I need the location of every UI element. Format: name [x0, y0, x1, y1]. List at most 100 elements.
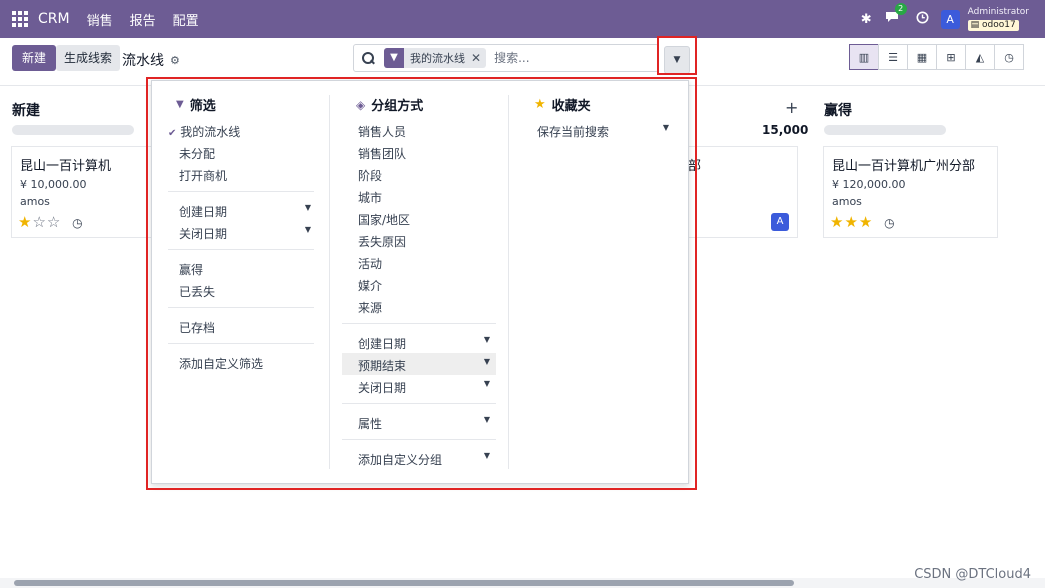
- groupby-medium[interactable]: 媒介: [358, 277, 382, 294]
- column-title-new[interactable]: 新建: [12, 100, 40, 120]
- card-title-partial: 部: [688, 159, 702, 174]
- card-revenue: ¥ 120,000.00: [832, 178, 906, 191]
- groupby-source[interactable]: 来源: [358, 299, 382, 316]
- filter-icon: ▼: [384, 48, 404, 68]
- graph-view-icon[interactable]: ◭: [965, 44, 995, 70]
- separator: [342, 439, 496, 440]
- top-navbar: CRM 销售 报告 配置 ✱ 2 A Administrator ▤ odoo1…: [0, 0, 1045, 38]
- groupby-campaign[interactable]: 活动: [358, 255, 382, 272]
- card-avatar[interactable]: A: [771, 213, 789, 231]
- search-facet[interactable]: ▼ 我的流水线 ✕: [384, 48, 487, 68]
- filter-archived[interactable]: 已存档: [179, 319, 215, 336]
- filters-header: ▼ 筛选: [176, 95, 216, 114]
- filter-create-date[interactable]: 创建日期 ▼: [179, 203, 311, 220]
- watermark: CSDN @DTCloud4: [914, 567, 1031, 582]
- save-current-search[interactable]: 保存当前搜索 ▼: [537, 123, 669, 140]
- database-name: odoo17: [982, 19, 1016, 30]
- pivot-view-icon[interactable]: ⊞: [936, 44, 966, 70]
- filter-unassigned[interactable]: 未分配: [179, 145, 215, 162]
- kanban-view-icon[interactable]: ▥: [849, 44, 879, 70]
- groupby-label: 属性: [358, 417, 383, 431]
- caret-down-icon: ▼: [483, 335, 490, 344]
- star-filled-icon[interactable]: ★: [830, 213, 844, 231]
- apps-menu-icon[interactable]: [12, 11, 28, 27]
- gear-icon[interactable]: ⚙: [170, 54, 180, 67]
- filter-won[interactable]: 赢得: [179, 261, 203, 278]
- star-filled-icon[interactable]: ★: [859, 213, 873, 231]
- card-title: 昆山一百计算机广州分部: [832, 159, 976, 174]
- star-filled-icon[interactable]: ★: [844, 213, 858, 231]
- filter-label: 我的流水线: [180, 125, 241, 139]
- filter-icon: ▼: [176, 99, 184, 110]
- separator: [342, 403, 496, 404]
- user-menu[interactable]: Administrator ▤ odoo17: [967, 6, 1029, 31]
- priority-stars[interactable]: ★☆☆ ◷: [18, 213, 84, 231]
- separator: [168, 343, 314, 344]
- groupby-create-date[interactable]: 创建日期 ▼: [358, 335, 490, 352]
- search-input[interactable]: [494, 51, 615, 65]
- groupby-salesperson[interactable]: 销售人员: [358, 123, 406, 140]
- groupby-property[interactable]: 属性 ▼: [358, 415, 490, 432]
- activity-clock-icon[interactable]: ◷: [884, 216, 895, 230]
- search-bar[interactable]: ▼ 我的流水线 ✕: [353, 44, 659, 72]
- caret-down-icon: ▼: [483, 415, 490, 424]
- annotation-box-toggle: [657, 36, 697, 75]
- separator: [168, 191, 314, 192]
- debug-bug-icon[interactable]: ✱: [861, 12, 872, 27]
- groupby-header: ◈ 分组方式: [356, 95, 424, 115]
- filter-my-pipeline[interactable]: ✔ 我的流水线: [168, 123, 240, 140]
- calendar-view-icon[interactable]: ▦: [907, 44, 937, 70]
- groupby-title: 分组方式: [371, 99, 424, 114]
- column-title-won[interactable]: 赢得: [824, 100, 852, 120]
- chat-badge: 2: [894, 3, 907, 15]
- caret-down-icon: ▼: [304, 225, 311, 234]
- kanban-card[interactable]: 昆山一百计算机广州分部 ¥ 120,000.00 amos ★★★ ◷: [823, 146, 998, 238]
- filter-open-opportunities[interactable]: 打开商机: [179, 167, 227, 184]
- filter-label: 关闭日期: [179, 227, 228, 241]
- filter-close-date[interactable]: 关闭日期 ▼: [179, 225, 311, 242]
- generate-leads-button[interactable]: 生成线索: [56, 45, 121, 71]
- activity-view-icon[interactable]: ◷: [994, 44, 1024, 70]
- groupby-lost-reason[interactable]: 丢失原因: [358, 233, 406, 250]
- activity-clock-icon[interactable]: [916, 11, 929, 28]
- star-icon: ★: [534, 97, 546, 112]
- star-filled-icon[interactable]: ★: [18, 213, 32, 231]
- groupby-sales-team[interactable]: 销售团队: [358, 145, 406, 162]
- add-custom-group[interactable]: 添加自定义分组 ▼: [358, 451, 490, 468]
- groupby-close-date[interactable]: 关闭日期 ▼: [358, 379, 490, 396]
- search-icon[interactable]: [362, 52, 374, 64]
- groupby-city[interactable]: 城市: [358, 189, 382, 206]
- activity-clock-icon[interactable]: ◷: [72, 216, 83, 230]
- column-divider: [508, 95, 509, 469]
- view-switcher: ▥ ☰ ▦ ⊞ ◭ ◷: [849, 44, 1024, 70]
- new-button[interactable]: 新建: [12, 45, 57, 71]
- horizontal-scrollbar[interactable]: [0, 578, 1045, 588]
- add-custom-filter[interactable]: 添加自定义筛选: [179, 355, 263, 372]
- star-empty-icon[interactable]: ☆: [47, 213, 61, 231]
- menu-sales[interactable]: 销售: [87, 10, 113, 29]
- chat-icon[interactable]: 2: [884, 3, 907, 28]
- separator: [342, 323, 496, 324]
- list-view-icon[interactable]: ☰: [878, 44, 908, 70]
- groupby-stage[interactable]: 阶段: [358, 167, 382, 184]
- star-empty-icon[interactable]: ☆: [32, 213, 46, 231]
- scrollbar-thumb[interactable]: [14, 580, 794, 586]
- user-avatar[interactable]: A: [940, 9, 960, 29]
- add-column-plus-icon[interactable]: +: [785, 98, 798, 117]
- column-progress-bar[interactable]: [12, 125, 134, 135]
- menu-reports[interactable]: 报告: [130, 10, 156, 29]
- groupby-expected-closing[interactable]: 预期结束 ▼: [358, 357, 490, 374]
- kanban-card[interactable]: 昆山一百计算机 ¥ 10,000.00 amos ★☆☆ ◷: [11, 146, 159, 238]
- priority-stars[interactable]: ★★★ ◷: [830, 213, 896, 231]
- user-name: Administrator: [967, 6, 1029, 17]
- close-icon[interactable]: ✕: [471, 51, 486, 65]
- app-brand[interactable]: CRM: [38, 11, 70, 27]
- filter-lost[interactable]: 已丢失: [179, 283, 215, 300]
- groupby-country[interactable]: 国家/地区: [358, 211, 410, 228]
- favorites-header: ★ 收藏夹: [534, 95, 591, 114]
- separator: [168, 307, 314, 308]
- groupby-label: 预期结束: [358, 359, 407, 373]
- menu-config[interactable]: 配置: [173, 10, 199, 29]
- column-progress-bar[interactable]: [824, 125, 946, 135]
- page-title: 流水线: [122, 53, 164, 69]
